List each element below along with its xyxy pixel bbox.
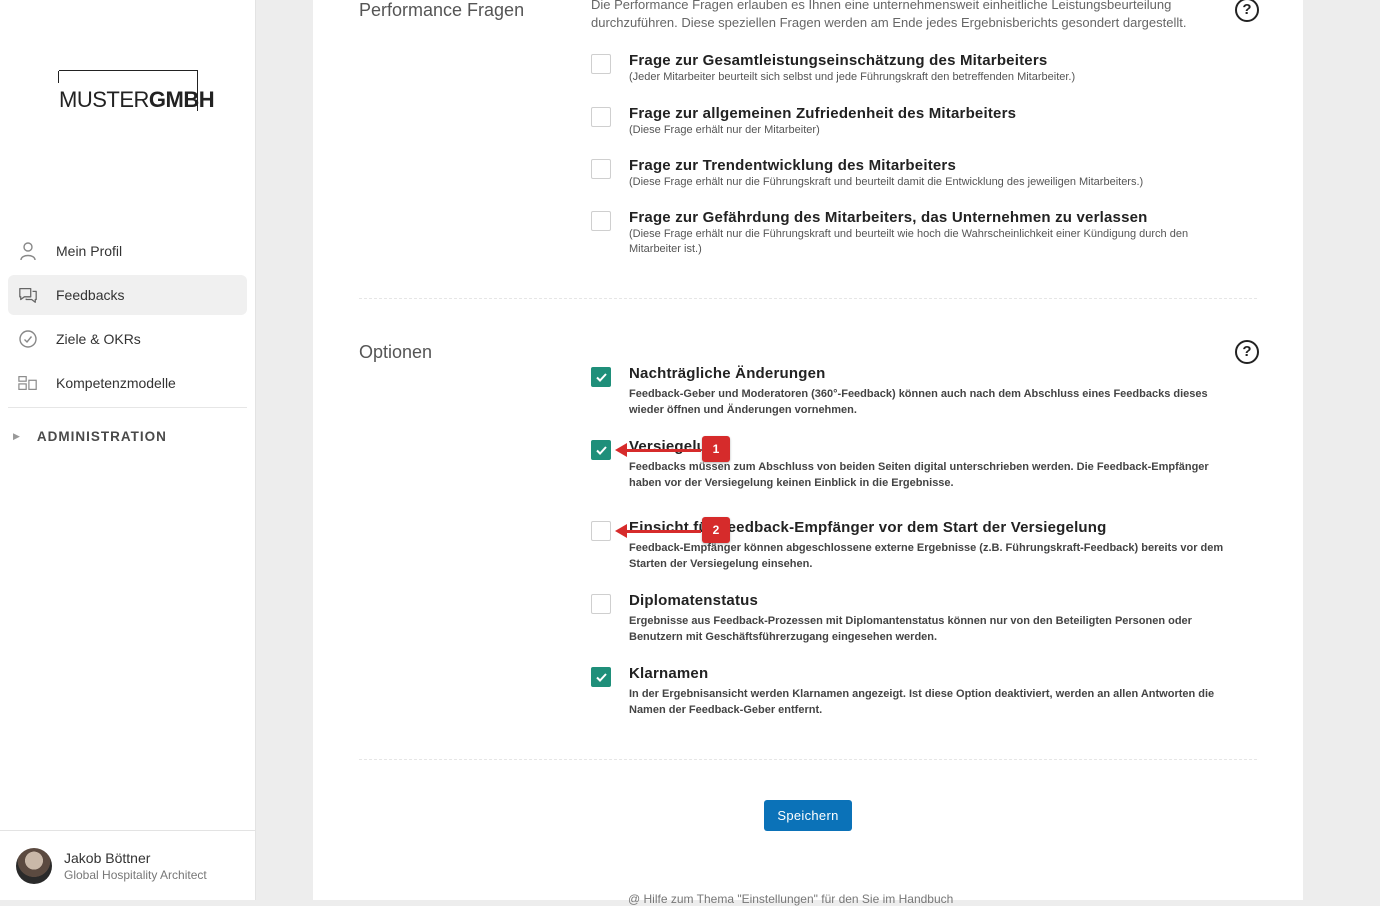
annotation-arrow (615, 443, 701, 457)
option-title: Frage zur Gefährdung des Mitarbeiters, d… (629, 209, 1148, 226)
avatar (16, 847, 52, 884)
help-icon[interactable]: ? (1235, 0, 1259, 22)
checkbox[interactable] (591, 667, 611, 687)
checkbox[interactable] (591, 159, 611, 179)
option-description: (Diese Frage erhält nur der Mitarbeiter) (629, 124, 820, 136)
performance-intro: Die Performance Fragen erlauben es Ihnen… (591, 0, 1187, 30)
sidebar-item-kompetenzmodelle[interactable]: Kompetenzmodelle (8, 363, 247, 403)
option-title: Frage zur allgemeinen Zufriedenheit des … (629, 105, 1017, 122)
settings-card: Performance Fragen Die Performance Frage… (313, 0, 1303, 906)
section-divider (359, 298, 1257, 299)
option-description: (Jeder Mitarbeiter beurteilt sich selbst… (629, 71, 1076, 83)
user-profile[interactable]: Jakob Böttner Global Hospitality Archite… (0, 830, 255, 900)
option-description: (Diese Frage erhält nur die Führungskraf… (629, 176, 1144, 188)
checkbox[interactable] (591, 211, 611, 231)
user-name: Jakob Böttner (64, 849, 151, 866)
check-circle-icon (18, 329, 38, 349)
user-role: Global Hospitality Architect (64, 867, 207, 882)
option-title: Frage zur Trendentwicklung des Mitarbeit… (629, 157, 957, 174)
checkmark-icon (596, 446, 607, 455)
option-description: In der Ergebnisansicht werden Klarnamen … (629, 688, 1215, 716)
user-icon (18, 241, 38, 261)
sidebar-item-mein-profil[interactable]: Mein Profil (8, 231, 247, 271)
sidebar: MUSTERGMBH Mein Profil Feedbacks Ziele &… (0, 0, 256, 900)
checkbox[interactable] (591, 367, 611, 387)
option-description: (Diese Frage erhält nur die Führungskraf… (629, 228, 1189, 255)
performance-section-title: Performance Fragen (359, 0, 525, 20)
user-info: Jakob Böttner Global Hospitality Archite… (64, 849, 207, 883)
option-description: Ergebnisse aus Feedback-Prozessen mit Di… (629, 615, 1192, 643)
option-title: Frage zur Gesamtleistungseinschätzung de… (629, 52, 1048, 69)
company-logo[interactable]: MUSTERGMBH (58, 70, 215, 112)
chevron-right-icon: ▶ (13, 430, 20, 441)
checkbox[interactable] (591, 521, 611, 541)
sidebar-item-ziele-okrs[interactable]: Ziele & OKRs (8, 319, 247, 359)
section-divider (359, 759, 1257, 760)
option-description: Feedbacks müssen zum Abschluss von beide… (629, 461, 1209, 489)
annotation-marker-1: 1 (702, 436, 730, 462)
logo-text: MUSTERGMBH (59, 87, 215, 112)
sidebar-item-administration[interactable]: ▶ ADMINISTRATION (8, 408, 247, 464)
admin-label: ADMINISTRATION (36, 428, 167, 444)
chat-icon (18, 285, 38, 305)
sidebar-item-label: Ziele & OKRs (56, 331, 141, 347)
sidebar-item-feedbacks[interactable]: Feedbacks (8, 275, 247, 315)
save-button[interactable]: Speichern (764, 800, 852, 831)
sidebar-item-label: Feedbacks (56, 287, 125, 303)
help-hint-text: @ Hilfe zum Thema "Einstellungen" für de… (628, 892, 954, 906)
option-description: Feedback-Empfänger können abgeschlossene… (629, 542, 1224, 570)
checkmark-icon (596, 373, 607, 382)
annotation-marker-2: 2 (702, 517, 730, 543)
checkbox[interactable] (591, 107, 611, 127)
option-title: Klarnamen (629, 665, 709, 682)
option-title: Diplomatenstatus (629, 592, 759, 609)
sidebar-item-label: Kompetenzmodelle (56, 375, 176, 391)
checkbox[interactable] (591, 594, 611, 614)
sidebar-nav: Mein Profil Feedbacks Ziele & OKRs Kompe… (8, 231, 247, 464)
checkmark-icon (596, 673, 607, 682)
sidebar-item-label: Mein Profil (56, 243, 123, 259)
options-section-title: Optionen (359, 342, 433, 362)
grid-icon (18, 373, 38, 393)
logo-part2: GMBH (148, 87, 215, 112)
checkbox[interactable] (591, 440, 611, 460)
annotation-arrow (615, 524, 701, 538)
checkbox[interactable] (591, 54, 611, 74)
option-description: Feedback-Geber und Moderatoren (360°-Fee… (629, 388, 1208, 416)
logo-part1: MUSTER (59, 87, 149, 112)
option-title: Einsicht für Feedback-Empfänger vor dem … (629, 519, 1107, 536)
option-title: Nachträgliche Änderungen (629, 365, 826, 382)
help-icon[interactable]: ? (1235, 340, 1259, 364)
